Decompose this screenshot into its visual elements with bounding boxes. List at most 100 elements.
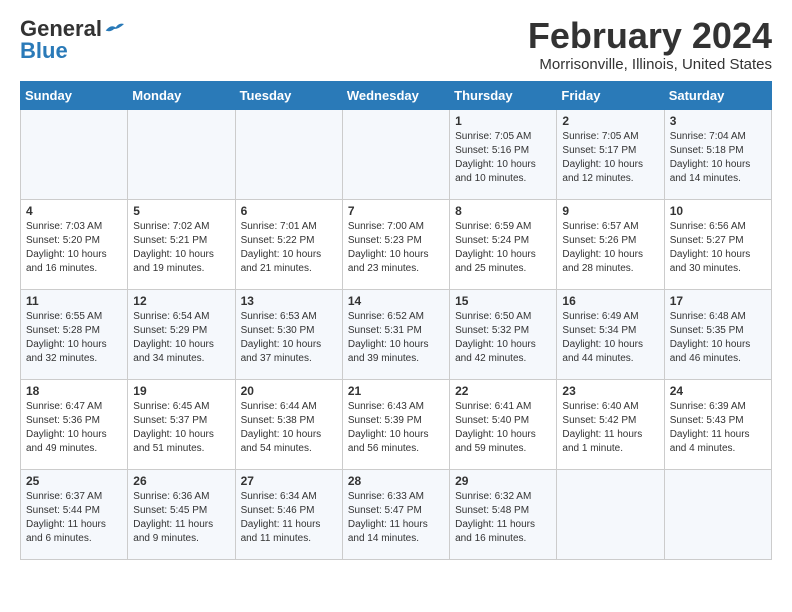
calendar-week-row: 18 Sunrise: 6:47 AM Sunset: 5:36 PM Dayli… xyxy=(21,379,772,469)
day-info: Sunrise: 6:36 AM Sunset: 5:45 PM Dayligh… xyxy=(133,490,229,546)
table-row: 16 Sunrise: 6:49 AM Sunset: 5:34 PM Dayli… xyxy=(557,289,664,379)
day-number: 19 xyxy=(133,384,229,398)
day-info: Sunrise: 6:47 AM Sunset: 5:36 PM Dayligh… xyxy=(26,400,122,456)
day-number: 3 xyxy=(670,114,766,128)
table-row: 17Sunrise: 6:48 AM Sunset: 5:35 PM Dayli… xyxy=(664,289,771,379)
day-number: 15 xyxy=(455,294,551,308)
title-section: February 2024 Morrisonville, Illinois, U… xyxy=(528,16,772,73)
day-info: Sunrise: 7:00 AM Sunset: 5:23 PM Dayligh… xyxy=(348,220,444,276)
day-info: Sunrise: 6:59 AM Sunset: 5:24 PM Dayligh… xyxy=(455,220,551,276)
calendar-table: Sunday Monday Tuesday Wednesday Thursday… xyxy=(20,81,772,560)
day-number: 27 xyxy=(241,474,337,488)
col-friday: Friday xyxy=(557,81,664,109)
day-info: Sunrise: 6:52 AM Sunset: 5:31 PM Dayligh… xyxy=(348,310,444,366)
day-info: Sunrise: 7:05 AM Sunset: 5:16 PM Dayligh… xyxy=(455,130,551,186)
table-row: 6 Sunrise: 7:01 AM Sunset: 5:22 PM Daylig… xyxy=(235,199,342,289)
day-number: 23 xyxy=(562,384,658,398)
day-info: Sunrise: 7:03 AM Sunset: 5:20 PM Dayligh… xyxy=(26,220,122,276)
day-info: Sunrise: 7:04 AM Sunset: 5:18 PM Dayligh… xyxy=(670,130,766,186)
table-row: 19Sunrise: 6:45 AM Sunset: 5:37 PM Dayli… xyxy=(128,379,235,469)
logo: General Blue xyxy=(20,16,124,64)
table-row: 3 Sunrise: 7:04 AM Sunset: 5:18 PM Daylig… xyxy=(664,109,771,199)
day-number: 22 xyxy=(455,384,551,398)
day-info: Sunrise: 6:43 AM Sunset: 5:39 PM Dayligh… xyxy=(348,400,444,456)
table-row: 28Sunrise: 6:33 AM Sunset: 5:47 PM Dayli… xyxy=(342,469,449,559)
day-info: Sunrise: 6:57 AM Sunset: 5:26 PM Dayligh… xyxy=(562,220,658,276)
table-row: 14 Sunrise: 6:52 AM Sunset: 5:31 PM Dayli… xyxy=(342,289,449,379)
table-row: 4 Sunrise: 7:03 AM Sunset: 5:20 PM Daylig… xyxy=(21,199,128,289)
table-row: 11 Sunrise: 6:55 AM Sunset: 5:28 PM Dayli… xyxy=(21,289,128,379)
table-row xyxy=(342,109,449,199)
table-row xyxy=(664,469,771,559)
table-row: 20 Sunrise: 6:44 AM Sunset: 5:38 PM Dayli… xyxy=(235,379,342,469)
table-row: 27 Sunrise: 6:34 AM Sunset: 5:46 PM Dayli… xyxy=(235,469,342,559)
day-number: 6 xyxy=(241,204,337,218)
day-number: 4 xyxy=(26,204,122,218)
day-number: 1 xyxy=(455,114,551,128)
col-wednesday: Wednesday xyxy=(342,81,449,109)
day-number: 13 xyxy=(241,294,337,308)
col-monday: Monday xyxy=(128,81,235,109)
calendar-week-row: 1 Sunrise: 7:05 AM Sunset: 5:16 PM Daylig… xyxy=(21,109,772,199)
day-info: Sunrise: 6:41 AM Sunset: 5:40 PM Dayligh… xyxy=(455,400,551,456)
table-row: 5 Sunrise: 7:02 AM Sunset: 5:21 PM Daylig… xyxy=(128,199,235,289)
table-row: 12Sunrise: 6:54 AM Sunset: 5:29 PM Dayli… xyxy=(128,289,235,379)
day-info: Sunrise: 6:49 AM Sunset: 5:34 PM Dayligh… xyxy=(562,310,658,366)
table-row xyxy=(557,469,664,559)
day-number: 16 xyxy=(562,294,658,308)
day-info: Sunrise: 6:56 AM Sunset: 5:27 PM Dayligh… xyxy=(670,220,766,276)
day-number: 10 xyxy=(670,204,766,218)
table-row: 18 Sunrise: 6:47 AM Sunset: 5:36 PM Dayli… xyxy=(21,379,128,469)
calendar-week-row: 4 Sunrise: 7:03 AM Sunset: 5:20 PM Daylig… xyxy=(21,199,772,289)
location-subtitle: Morrisonville, Illinois, United States xyxy=(528,56,772,73)
table-row: 2 Sunrise: 7:05 AM Sunset: 5:17 PM Daylig… xyxy=(557,109,664,199)
day-info: Sunrise: 6:54 AM Sunset: 5:29 PM Dayligh… xyxy=(133,310,229,366)
table-row: 13 Sunrise: 6:53 AM Sunset: 5:30 PM Dayli… xyxy=(235,289,342,379)
month-year-title: February 2024 xyxy=(528,16,772,56)
day-info: Sunrise: 7:05 AM Sunset: 5:17 PM Dayligh… xyxy=(562,130,658,186)
table-row: 21 Sunrise: 6:43 AM Sunset: 5:39 PM Dayli… xyxy=(342,379,449,469)
table-row: 10 Sunrise: 6:56 AM Sunset: 5:27 PM Dayli… xyxy=(664,199,771,289)
day-number: 14 xyxy=(348,294,444,308)
col-thursday: Thursday xyxy=(450,81,557,109)
day-number: 29 xyxy=(455,474,551,488)
day-info: Sunrise: 6:34 AM Sunset: 5:46 PM Dayligh… xyxy=(241,490,337,546)
day-number: 20 xyxy=(241,384,337,398)
day-info: Sunrise: 6:44 AM Sunset: 5:38 PM Dayligh… xyxy=(241,400,337,456)
day-number: 5 xyxy=(133,204,229,218)
page-header: General Blue February 2024 Morrisonville… xyxy=(20,16,772,73)
day-number: 17 xyxy=(670,294,766,308)
day-info: Sunrise: 6:33 AM Sunset: 5:47 PM Dayligh… xyxy=(348,490,444,546)
day-info: Sunrise: 7:02 AM Sunset: 5:21 PM Dayligh… xyxy=(133,220,229,276)
table-row: 25Sunrise: 6:37 AM Sunset: 5:44 PM Dayli… xyxy=(21,469,128,559)
col-sunday: Sunday xyxy=(21,81,128,109)
day-info: Sunrise: 6:32 AM Sunset: 5:48 PM Dayligh… xyxy=(455,490,551,546)
day-number: 25 xyxy=(26,474,122,488)
table-row: 9Sunrise: 6:57 AM Sunset: 5:26 PM Daylig… xyxy=(557,199,664,289)
day-info: Sunrise: 7:01 AM Sunset: 5:22 PM Dayligh… xyxy=(241,220,337,276)
logo-bird-icon xyxy=(104,22,124,36)
table-row: 23Sunrise: 6:40 AM Sunset: 5:42 PM Dayli… xyxy=(557,379,664,469)
table-row: 22 Sunrise: 6:41 AM Sunset: 5:40 PM Dayli… xyxy=(450,379,557,469)
table-row: 8 Sunrise: 6:59 AM Sunset: 5:24 PM Daylig… xyxy=(450,199,557,289)
logo-blue: Blue xyxy=(20,38,68,64)
col-saturday: Saturday xyxy=(664,81,771,109)
day-number: 11 xyxy=(26,294,122,308)
table-row: 7 Sunrise: 7:00 AM Sunset: 5:23 PM Daylig… xyxy=(342,199,449,289)
table-row: 1 Sunrise: 7:05 AM Sunset: 5:16 PM Daylig… xyxy=(450,109,557,199)
day-number: 8 xyxy=(455,204,551,218)
day-info: Sunrise: 6:55 AM Sunset: 5:28 PM Dayligh… xyxy=(26,310,122,366)
day-number: 21 xyxy=(348,384,444,398)
day-number: 7 xyxy=(348,204,444,218)
day-number: 18 xyxy=(26,384,122,398)
table-row: 15Sunrise: 6:50 AM Sunset: 5:32 PM Dayli… xyxy=(450,289,557,379)
calendar-week-row: 11 Sunrise: 6:55 AM Sunset: 5:28 PM Dayli… xyxy=(21,289,772,379)
day-number: 24 xyxy=(670,384,766,398)
col-tuesday: Tuesday xyxy=(235,81,342,109)
calendar-week-row: 25Sunrise: 6:37 AM Sunset: 5:44 PM Dayli… xyxy=(21,469,772,559)
table-row xyxy=(128,109,235,199)
day-info: Sunrise: 6:39 AM Sunset: 5:43 PM Dayligh… xyxy=(670,400,766,456)
day-info: Sunrise: 6:53 AM Sunset: 5:30 PM Dayligh… xyxy=(241,310,337,366)
day-number: 2 xyxy=(562,114,658,128)
calendar-header-row: Sunday Monday Tuesday Wednesday Thursday… xyxy=(21,81,772,109)
